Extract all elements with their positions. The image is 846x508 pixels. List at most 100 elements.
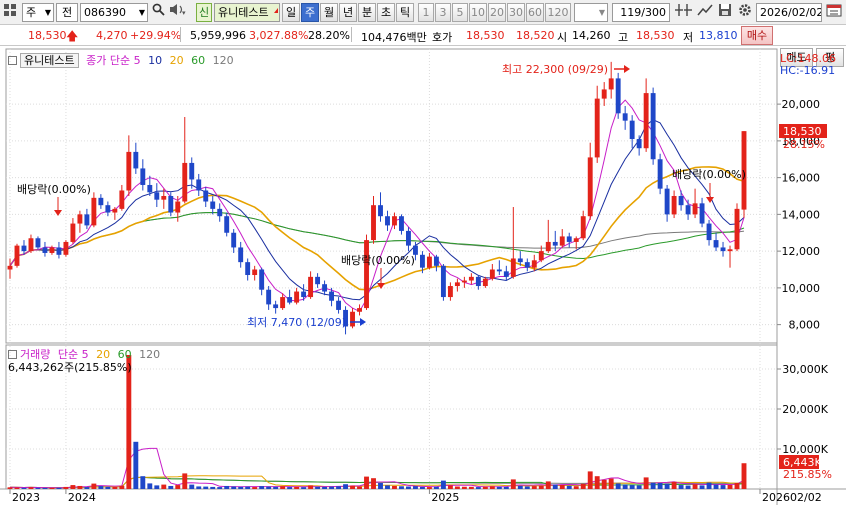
period-minute-button[interactable]: 분 [358, 3, 376, 22]
candle-body [84, 214, 90, 226]
candle-body [419, 254, 425, 268]
candle-body [231, 232, 237, 248]
interval-20-button[interactable]: 20 [488, 3, 506, 22]
interval-3-button[interactable]: 3 [435, 3, 451, 22]
interval-10-button[interactable]: 10 [469, 3, 487, 22]
volume-rate-tag: 215.85% [783, 468, 832, 481]
candle-body [287, 297, 293, 303]
period-week-button[interactable]: 주 [301, 3, 319, 22]
volume-bar [203, 486, 209, 489]
volume-bar [538, 485, 544, 489]
crosshair-icon[interactable] [674, 3, 694, 22]
chevron-down-icon: ▼ [44, 8, 51, 17]
candle-body [147, 184, 153, 193]
period-second-button[interactable]: 초 [377, 3, 395, 22]
volume-bar [378, 483, 383, 489]
volume-bar [322, 486, 328, 489]
candle-body [105, 205, 111, 213]
price-legend-stock[interactable]: 유니테스트 [20, 53, 79, 68]
count-input[interactable]: 119/300 [612, 3, 670, 22]
candle-body [720, 247, 726, 252]
chart-area[interactable]: 8,000 10,000 12,000 14,000 16,000 18,000 20,00… [0, 46, 846, 505]
candle-body [559, 236, 565, 246]
volume-bar [706, 482, 712, 489]
interval-custom-input[interactable]: ▼ [574, 3, 608, 22]
stock-code-input[interactable]: 086390 ▼ [80, 3, 148, 22]
indicator-toggle-icon[interactable] [8, 350, 17, 359]
open-label: 시 [557, 31, 568, 44]
candle-body [168, 196, 174, 213]
trend-line-icon[interactable] [696, 3, 714, 22]
volume-bar [259, 486, 265, 489]
volume-bar [475, 487, 481, 489]
market-select[interactable]: 주 ▼ [22, 3, 54, 22]
candle-body [510, 258, 516, 277]
candle-body [357, 308, 362, 312]
candle-body [664, 188, 670, 215]
volume-bar [468, 486, 474, 489]
candle-body [266, 289, 272, 305]
volume-bar [559, 485, 565, 489]
ma20-legend: 20 [169, 54, 184, 67]
time-tick-label: 2026 [762, 491, 790, 504]
interval-30-button[interactable]: 30 [507, 3, 525, 22]
stock-name-field[interactable]: 유니테스트 [214, 3, 280, 22]
grid-menu-icon[interactable] [2, 3, 18, 22]
volume-bar [727, 485, 733, 489]
candle-body [182, 162, 188, 202]
period-tick-button[interactable]: 틱 [396, 3, 414, 22]
price-tick-label: 20,000 [782, 98, 821, 111]
calendar-icon[interactable] [824, 3, 844, 22]
candle-body [587, 157, 593, 217]
interval-120-button[interactable]: 120 [545, 3, 571, 22]
volume-bar [734, 483, 740, 489]
indicator-toggle-icon[interactable] [8, 56, 17, 65]
interval-1-button[interactable]: 1 [418, 3, 434, 22]
save-icon[interactable] [716, 3, 734, 22]
volume-bar [315, 486, 321, 489]
code-type-select[interactable]: 전 [56, 3, 78, 22]
date-input[interactable]: 2026/02/02 [756, 3, 822, 22]
volume-bar [461, 486, 467, 489]
volume-bar [112, 487, 118, 489]
high-annotation: 최고 22,300 (09/29) [502, 63, 608, 76]
volume-bar [601, 479, 607, 489]
turnover-rate: 28.20% [308, 29, 350, 42]
bid-price: 18,520 [516, 29, 555, 42]
candle-body [7, 265, 13, 270]
candle-body [622, 113, 628, 121]
candle-body [245, 262, 251, 276]
settings-icon[interactable] [736, 3, 754, 22]
volume-bar [21, 487, 27, 489]
volume-bar [210, 486, 216, 489]
search-icon[interactable] [150, 3, 166, 22]
volume-bar [343, 484, 348, 489]
corner-marker-icon [274, 8, 278, 13]
candle-body [378, 205, 383, 217]
period-year-button[interactable]: 년 [339, 3, 357, 22]
volume-bar [238, 486, 244, 489]
volume-bar [301, 487, 307, 489]
volume-bar [245, 486, 251, 489]
volume-bar [657, 483, 663, 489]
price-tick-label: 8,000 [789, 319, 821, 332]
time-tick-label: 2023 [12, 491, 40, 504]
candle-body [336, 300, 341, 310]
candle-body [629, 120, 635, 140]
candle-body [133, 151, 139, 169]
candle-body [294, 291, 300, 303]
volume-rate: 3,027.88% [249, 29, 309, 42]
interval-60-button[interactable]: 60 [526, 3, 544, 22]
buy-button[interactable]: 매수 [741, 26, 773, 45]
candle-body [545, 241, 551, 252]
volume-bar [28, 487, 34, 489]
volume-bar [133, 441, 139, 489]
volume-bar [685, 485, 691, 489]
interval-5-button[interactable]: 5 [452, 3, 468, 22]
period-day-button[interactable]: 일 [282, 3, 300, 22]
period-month-button[interactable]: 월 [320, 3, 338, 22]
speaker-icon[interactable]: ▾ [168, 3, 188, 22]
volume-bar [231, 486, 237, 489]
candle-body [189, 162, 195, 180]
price-volume-chart[interactable]: 8,00010,00012,00014,00016,00018,00020,00… [0, 46, 846, 505]
